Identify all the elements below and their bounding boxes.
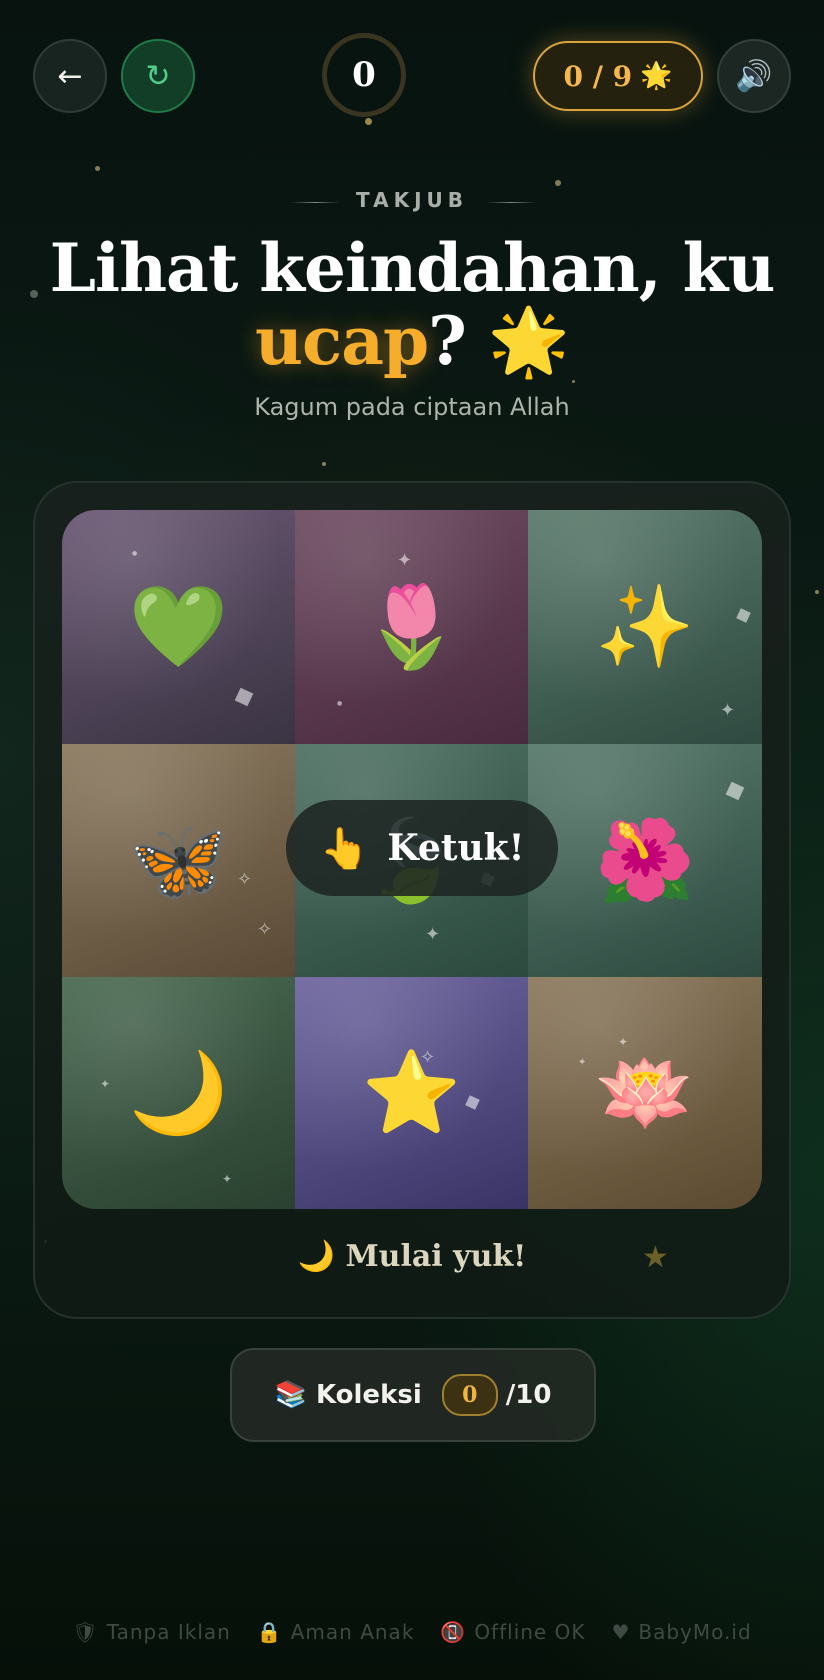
lock-icon: 🔒: [256, 1620, 283, 1644]
sparkles-icon: ✨: [595, 580, 695, 673]
collection-total: /10: [505, 1380, 552, 1410]
arrow-left-icon: ←: [57, 58, 83, 94]
sound-button[interactable]: 🔊: [717, 39, 791, 113]
collection-button[interactable]: 📚 Koleksi 0 /10: [230, 1348, 596, 1442]
speaker-icon: 🔊: [735, 58, 773, 94]
sparkle-decoration: [234, 687, 254, 707]
eyebrow-divider-right: [486, 202, 536, 203]
score-counter: 0: [322, 33, 406, 117]
tap-hint-pill: 👆 Ketuk!: [286, 800, 558, 896]
footer-item-brand[interactable]: ♥ BabyMo.id: [611, 1620, 751, 1644]
sparkle-decoration: ✦: [397, 550, 413, 571]
sparkle-decoration: [736, 608, 751, 623]
reset-button[interactable]: ↻: [121, 39, 195, 113]
page-title-suffix: ? 🌟: [428, 302, 570, 380]
hibiscus-icon: 🌺: [595, 813, 695, 907]
tap-hint-label: Ketuk!: [387, 827, 525, 869]
sparkle-decoration: ✧: [257, 919, 273, 940]
page: ← ↻ 0 0 / 9 🌟 🔊 TAKJUB Lihat keindahan, …: [0, 0, 824, 1680]
sparkle-decoration: [322, 462, 326, 466]
tile-moon[interactable]: 🌙 ✦ ✦: [62, 977, 295, 1209]
page-title-accent: ucap: [255, 302, 429, 380]
page-title-line1: Lihat keindahan, ku: [49, 229, 776, 307]
sparkle-decoration: ✦: [578, 1057, 587, 1068]
star-icon: ⭐: [361, 1046, 462, 1139]
progress-text: 0 / 9: [563, 59, 633, 93]
sparkle-decoration: ✦: [720, 700, 736, 721]
footer-label: BabyMo.id: [638, 1620, 752, 1644]
sparkle-decoration: ✦: [100, 1077, 111, 1091]
butterfly-icon: 🦋: [128, 813, 229, 907]
tile-heart[interactable]: 💚 ●: [62, 510, 295, 744]
footer-label: Tanpa Iklan: [106, 1620, 231, 1644]
sparkle-decoration: [725, 781, 745, 801]
collection-label: 📚 Koleksi: [274, 1380, 422, 1410]
tile-hibiscus[interactable]: 🌺: [528, 744, 762, 977]
tile-tulip[interactable]: 🌷 ✦ ●: [295, 510, 528, 744]
score-indicator-dot: [365, 118, 372, 125]
sparkle-decoration: ✧: [237, 869, 253, 890]
pointing-hand-icon: 👆: [319, 824, 370, 872]
sparkle-decoration: ✦: [618, 1035, 629, 1049]
footer-label: Offline OK: [474, 1620, 586, 1644]
offline-icon: 📵: [440, 1620, 467, 1644]
tile-sparkles[interactable]: ✨ ✦: [528, 510, 762, 744]
sparkle-decoration: [465, 1095, 480, 1110]
sparkle-decoration: [555, 180, 561, 186]
status-message: 🌙 Mulai yuk!: [297, 1239, 527, 1274]
score-value: 0: [352, 55, 376, 95]
sparkle-decoration: [815, 590, 819, 594]
tulip-icon: 🌷: [361, 580, 462, 673]
sparkle-decoration: ✦: [425, 924, 441, 945]
footer-item-child-safe: 🔒 Aman Anak: [257, 1620, 415, 1644]
sparkle-decoration: ●: [337, 700, 343, 707]
sparkle-decoration: ✧: [420, 1047, 436, 1068]
heart-icon: ♥: [611, 1620, 631, 1644]
tile-star[interactable]: ⭐ ✧: [295, 977, 528, 1209]
tile-lotus[interactable]: 🪷 ✦ ✦: [528, 977, 762, 1209]
page-title-line2: ucap? 🌟: [0, 305, 824, 377]
page-subtitle: Kagum pada ciptaan Allah: [254, 393, 570, 421]
collection-progress: 0 /10: [441, 1374, 552, 1416]
star-decoration-icon: ★: [642, 1240, 669, 1275]
green-heart-icon: 💚: [128, 580, 229, 673]
footer-label: Aman Anak: [290, 1620, 415, 1644]
sparkle-decoration: [572, 380, 575, 383]
shield-icon: 🛡: [72, 1620, 99, 1644]
sparkle-decoration: ●: [132, 550, 138, 557]
lotus-icon: 🪷: [595, 1046, 695, 1139]
footer-item-offline: 📵 Offline OK: [440, 1620, 585, 1644]
sparkle-decoration: [95, 166, 100, 171]
crescent-moon-icon: 🌙: [128, 1046, 229, 1139]
collection-count-badge: 0: [441, 1374, 498, 1416]
sparkle-decoration: ✦: [222, 1172, 233, 1186]
eyebrow-label: TAKJUB: [356, 188, 468, 212]
back-button[interactable]: ←: [33, 39, 107, 113]
footer: 🛡 Tanpa Iklan 🔒 Aman Anak 📵 Offline OK ♥…: [0, 1620, 824, 1644]
progress-badge: 0 / 9 🌟: [533, 41, 703, 111]
footer-item-no-ads: 🛡 Tanpa Iklan: [72, 1620, 231, 1644]
star-icon: 🌟: [640, 61, 673, 91]
refresh-icon: ↻: [145, 58, 171, 94]
tile-butterfly[interactable]: 🦋 ✧ ✧: [62, 744, 295, 977]
